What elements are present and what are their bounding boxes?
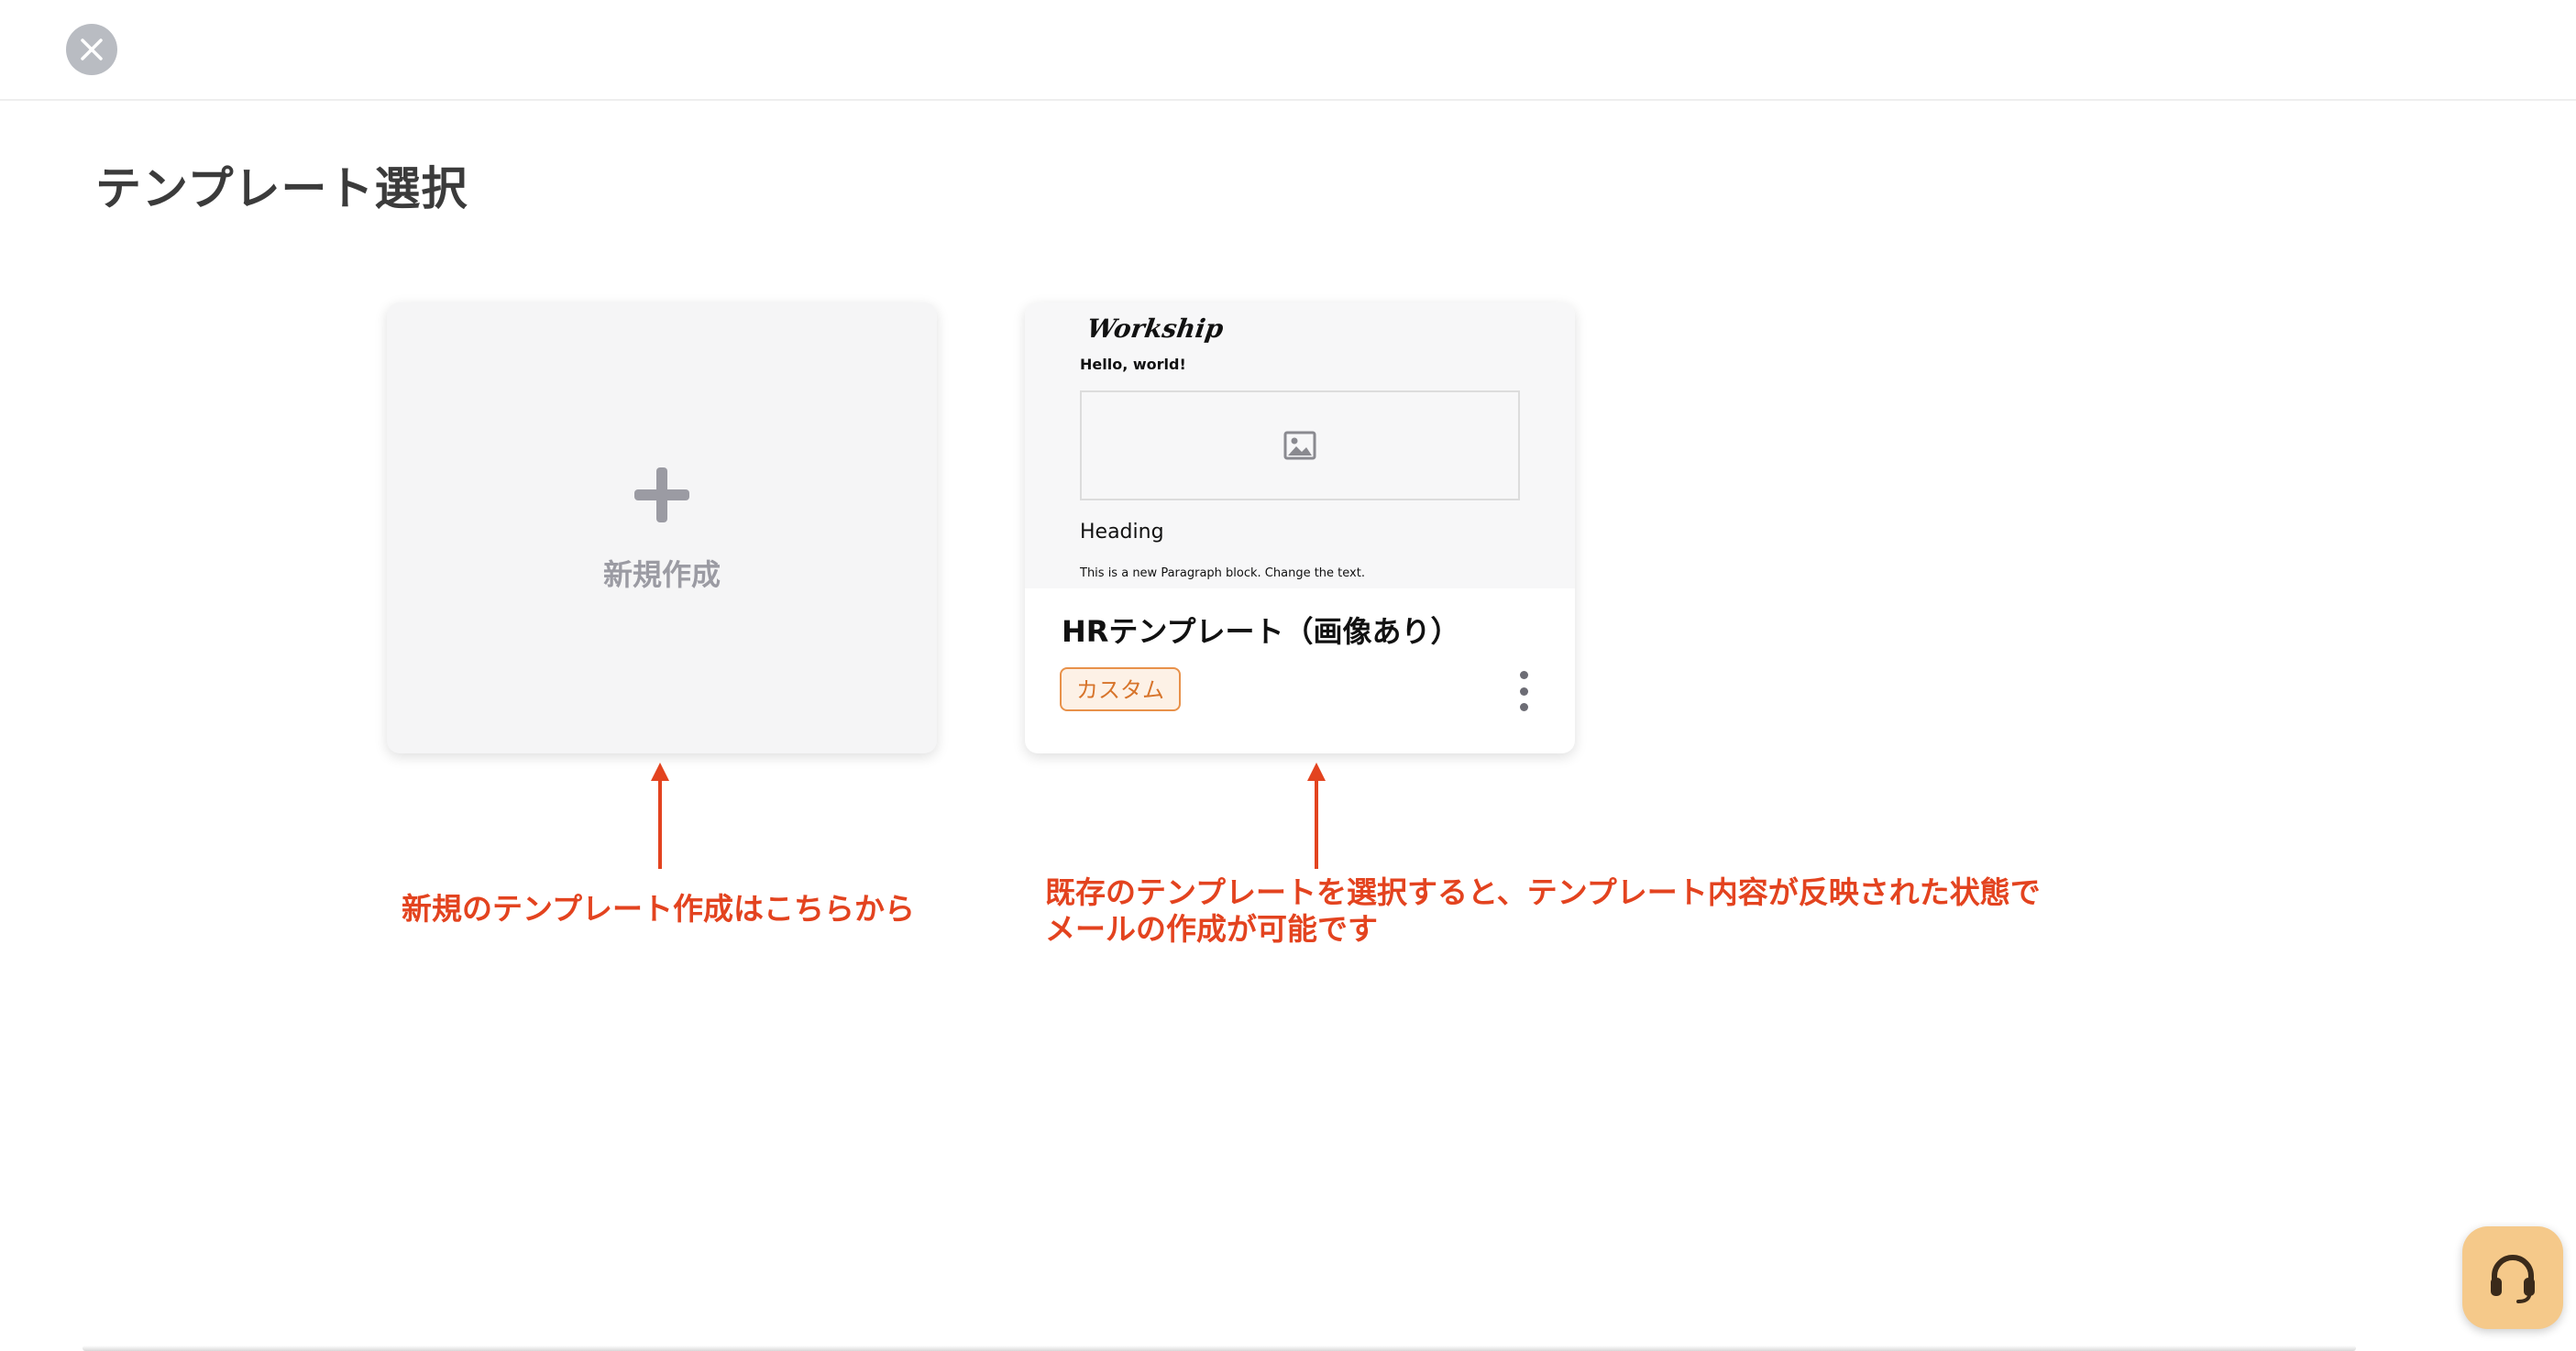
annotation-arrow-existing (1307, 763, 1326, 869)
bottom-edge (83, 1346, 2356, 1351)
preview-heading: Heading (1080, 521, 1164, 544)
page-title: テンプレート選択 (95, 162, 468, 215)
annotation-existing-line1: 既存のテンプレートを選択すると、テンプレート内容が反映された状態で (1045, 874, 2041, 910)
preview-image-placeholder (1080, 390, 1520, 500)
preview-paragraph: This is a new Paragraph block. Change th… (1080, 566, 1365, 580)
template-card-hr[interactable]: Workship Hello, world! Heading This is a… (1025, 302, 1575, 753)
headset-icon (2491, 1255, 2535, 1303)
more-vertical-icon (1519, 671, 1528, 679)
template-title: HRテンプレート（画像あり） (1062, 614, 1460, 649)
more-options-button[interactable] (1505, 671, 1542, 711)
annotation-existing-line2: メールの作成が可能です (1045, 911, 1378, 947)
support-button[interactable] (2462, 1226, 2563, 1329)
annotation-arrow-new (651, 763, 669, 869)
new-template-label: 新規作成 (602, 557, 721, 592)
annotation-new-template: 新規のテンプレート作成はこちらから (402, 891, 916, 927)
annotation-existing-template: 既存のテンプレートを選択すると、テンプレート内容が反映された状態で メールの作成… (1045, 874, 2041, 948)
image-icon (1283, 431, 1316, 460)
close-icon (81, 38, 103, 60)
preview-greeting: Hello, world! (1080, 356, 1186, 373)
preview-brand-logo: Workship (1084, 313, 1226, 344)
plus-icon (634, 467, 689, 522)
template-preview: Workship Hello, world! Heading This is a… (1025, 302, 1575, 588)
new-template-card[interactable]: 新規作成 (387, 302, 937, 753)
custom-badge: カスタム (1060, 667, 1181, 711)
top-bar (0, 0, 2576, 101)
close-button[interactable] (66, 24, 117, 75)
